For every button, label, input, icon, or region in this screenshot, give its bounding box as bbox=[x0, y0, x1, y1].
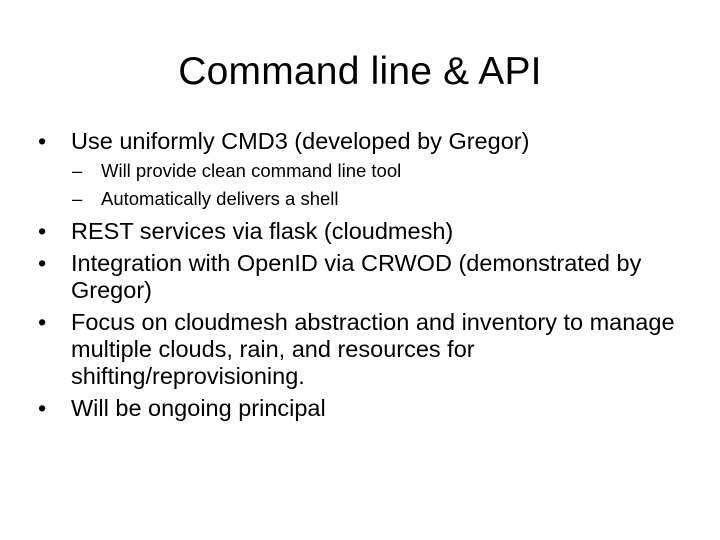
bullet-marker: • bbox=[38, 309, 47, 335]
sub-bullet-text: Automatically delivers a shell bbox=[101, 188, 339, 209]
sub-bullet-text: Will provide clean command line tool bbox=[101, 160, 402, 181]
sub-bullet-item: – Automatically delivers a shell bbox=[36, 188, 696, 210]
bullet-text: Will be ongoing principal bbox=[71, 395, 326, 421]
bullet-item: • Integration with OpenID via CRWOD (dem… bbox=[36, 250, 696, 304]
bullet-item: • Will be ongoing principal bbox=[36, 395, 696, 422]
bullet-marker: • bbox=[38, 395, 47, 421]
slide-title: Command line & API bbox=[178, 50, 542, 93]
bullet-marker: • bbox=[38, 218, 47, 244]
bullet-list: • Use uniformly CMD3 (developed by Grego… bbox=[36, 128, 696, 427]
slide: Command line & API • Use uniformly CMD3 … bbox=[0, 0, 720, 540]
bullet-marker: • bbox=[38, 128, 47, 154]
bullet-text: Use uniformly CMD3 (developed by Gregor) bbox=[71, 128, 530, 154]
sub-bullet-marker: – bbox=[72, 188, 83, 209]
bullet-text: Integration with OpenID via CRWOD (demon… bbox=[71, 250, 642, 303]
bullet-marker: • bbox=[38, 250, 47, 276]
bullet-text: REST services via flask (cloudmesh) bbox=[71, 218, 454, 244]
bullet-item: • Focus on cloudmesh abstraction and inv… bbox=[36, 309, 696, 390]
bullet-item: • Use uniformly CMD3 (developed by Grego… bbox=[36, 128, 696, 155]
bullet-text: Focus on cloudmesh abstraction and inven… bbox=[71, 309, 675, 389]
bullet-item: • REST services via flask (cloudmesh) bbox=[36, 218, 696, 245]
sub-bullet-item: – Will provide clean command line tool bbox=[36, 160, 696, 182]
sub-bullet-marker: – bbox=[72, 160, 83, 181]
